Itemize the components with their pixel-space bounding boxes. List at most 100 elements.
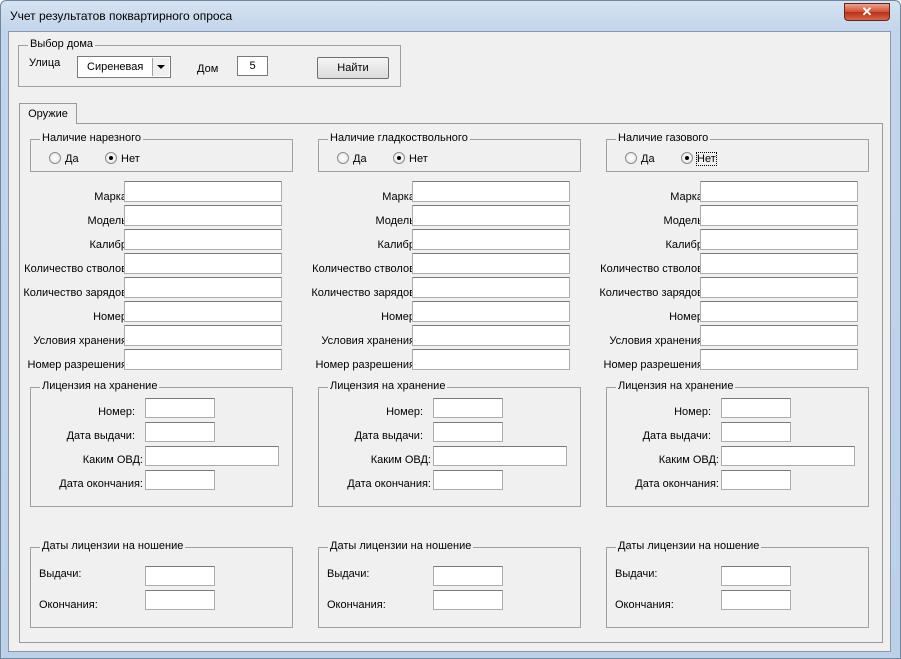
gas-license-end-date-input[interactable] <box>721 470 791 490</box>
gas-field-input[interactable] <box>700 181 858 202</box>
rifled-field-input[interactable] <box>124 253 282 274</box>
rifled-radio-yes[interactable] <box>49 152 61 164</box>
house-select-group: Выбор дома Улица Сиреневая Дом 5 Найти <box>18 38 401 87</box>
smoothbore-carry-license-legend: Даты лицензии на ношение <box>328 540 474 552</box>
smoothbore-field-input[interactable] <box>412 253 570 274</box>
house-select-legend: Выбор дома <box>28 38 96 50</box>
smoothbore-field-label: Номер разрешения: <box>315 359 418 371</box>
smoothbore-field-label: Количество стволов: <box>312 263 418 275</box>
smoothbore-carry-issue-input[interactable] <box>433 566 503 586</box>
rifled-license-issuer-input[interactable] <box>145 446 279 466</box>
rifled-field-label: Количество стволов: <box>24 263 130 275</box>
rifled-field-input[interactable] <box>124 181 282 202</box>
rifled-field-label: Номер разрешения: <box>27 359 130 371</box>
rifled-storage-license-legend: Лицензия на хранение <box>40 380 160 392</box>
smoothbore-license-issuer-input[interactable] <box>433 446 567 466</box>
rifled-field-input[interactable] <box>124 301 282 322</box>
gas-radio-yes[interactable] <box>625 152 637 164</box>
gas-radio-no-label: Нет <box>696 152 717 166</box>
gas-carry-end-label: Окончания: <box>615 599 674 611</box>
rifled-carry-issue-input[interactable] <box>145 566 215 586</box>
rifled-carry-end-label: Окончания: <box>39 599 98 611</box>
rifled-license-issue-date-input[interactable] <box>145 422 215 442</box>
smoothbore-field-input[interactable] <box>412 229 570 250</box>
rifled-radio-no[interactable] <box>105 152 117 164</box>
smoothbore-field-label: Модель: <box>375 215 418 227</box>
close-button[interactable]: ✕ <box>844 3 890 21</box>
rifled-carry-license-group: Даты лицензии на ношение Выдачи: Окончан… <box>30 540 293 628</box>
gas-license-issue-date-label: Дата выдачи: <box>642 430 711 442</box>
smoothbore-field-label: Количество зарядов: <box>311 287 418 299</box>
gas-field-input[interactable] <box>700 325 858 346</box>
gas-storage-license-legend: Лицензия на хранение <box>616 380 736 392</box>
chevron-down-icon[interactable] <box>152 58 169 76</box>
gas-carry-issue-label: Выдачи: <box>615 568 658 580</box>
smoothbore-license-end-date-input[interactable] <box>433 470 503 490</box>
smoothbore-carry-license-group: Даты лицензии на ношение Выдачи: Окончан… <box>318 540 581 628</box>
gas-field-input[interactable] <box>700 301 858 322</box>
rifled-field-input[interactable] <box>124 325 282 346</box>
rifled-carry-issue-label: Выдачи: <box>39 568 82 580</box>
smoothbore-field-input[interactable] <box>412 181 570 202</box>
rifled-license-issuer-label: Каким ОВД: <box>82 454 143 466</box>
rifled-field-input[interactable] <box>124 277 282 298</box>
smoothbore-license-issuer-label: Каким ОВД: <box>370 454 431 466</box>
smoothbore-field-input[interactable] <box>412 325 570 346</box>
rifled-license-number-label: Номер: <box>98 406 135 418</box>
rifled-field-label: Количество зарядов: <box>23 287 130 299</box>
gas-license-issuer-label: Каким ОВД: <box>658 454 719 466</box>
street-combobox[interactable]: Сиреневая <box>77 56 171 78</box>
gas-field-input[interactable] <box>700 253 858 274</box>
gas-radio-no[interactable] <box>681 152 693 164</box>
gas-field-label: Условия хранения: <box>609 335 706 347</box>
street-label: Улица <box>29 57 61 69</box>
rifled-field-input[interactable] <box>124 229 282 250</box>
gas-field-label: Калибр: <box>665 239 706 251</box>
rifled-field-input[interactable] <box>124 205 282 226</box>
gas-storage-license-group: Лицензия на хранение Номер: Дата выдачи:… <box>606 380 869 507</box>
rifled-field-label: Модель: <box>87 215 130 227</box>
smoothbore-field-input[interactable] <box>412 205 570 226</box>
smoothbore-field-input[interactable] <box>412 349 570 370</box>
gas-field-label: Номер разрешения: <box>603 359 706 371</box>
smoothbore-license-issue-date-input[interactable] <box>433 422 503 442</box>
gas-field-input[interactable] <box>700 205 858 226</box>
smoothbore-field-input[interactable] <box>412 277 570 298</box>
rifled-storage-license-group: Лицензия на хранение Номер: Дата выдачи:… <box>30 380 293 507</box>
tab-weapons[interactable]: Оружие <box>19 103 77 124</box>
gas-field-input[interactable] <box>700 349 858 370</box>
rifled-license-number-input[interactable] <box>145 398 215 418</box>
gas-field-input[interactable] <box>700 277 858 298</box>
rifled-radio-yes-label: Да <box>65 153 79 165</box>
weapons-tab-page: Наличие нарезного Да Нет Марка: Модель: Ка… <box>19 123 883 643</box>
smoothbore-carry-end-input[interactable] <box>433 590 503 610</box>
rifled-license-end-date-input[interactable] <box>145 470 215 490</box>
smoothbore-storage-license-legend: Лицензия на хранение <box>328 380 448 392</box>
house-number-input[interactable]: 5 <box>237 56 268 76</box>
rifled-carry-end-input[interactable] <box>145 590 215 610</box>
rifled-field-label: Номер: <box>93 311 130 323</box>
smoothbore-storage-license-group: Лицензия на хранение Номер: Дата выдачи:… <box>318 380 581 507</box>
find-button[interactable]: Найти <box>317 57 389 79</box>
gas-license-issue-date-input[interactable] <box>721 422 791 442</box>
form-client-area: Выбор дома Улица Сиреневая Дом 5 Найти О… <box>8 31 891 652</box>
gas-field-input[interactable] <box>700 229 858 250</box>
smoothbore-radio-no[interactable] <box>393 152 405 164</box>
smoothbore-license-number-input[interactable] <box>433 398 503 418</box>
gas-carry-license-group: Даты лицензии на ношение Выдачи: Окончан… <box>606 540 869 628</box>
smoothbore-radio-yes[interactable] <box>337 152 349 164</box>
gas-license-issuer-input[interactable] <box>721 446 855 466</box>
smoothbore-radio-no-label: Нет <box>409 153 428 165</box>
gas-presence-legend: Наличие газового <box>616 132 711 144</box>
gas-presence-group: Наличие газового Да Нет <box>606 132 869 172</box>
smoothbore-license-number-label: Номер: <box>386 406 423 418</box>
gas-carry-issue-input[interactable] <box>721 566 791 586</box>
gas-carry-end-input[interactable] <box>721 590 791 610</box>
gas-carry-license-legend: Даты лицензии на ношение <box>616 540 762 552</box>
gas-field-label: Номер: <box>669 311 706 323</box>
rifled-field-input[interactable] <box>124 349 282 370</box>
gas-license-number-input[interactable] <box>721 398 791 418</box>
smoothbore-field-label: Калибр: <box>377 239 418 251</box>
smoothbore-field-input[interactable] <box>412 301 570 322</box>
smoothbore-field-label: Номер: <box>381 311 418 323</box>
